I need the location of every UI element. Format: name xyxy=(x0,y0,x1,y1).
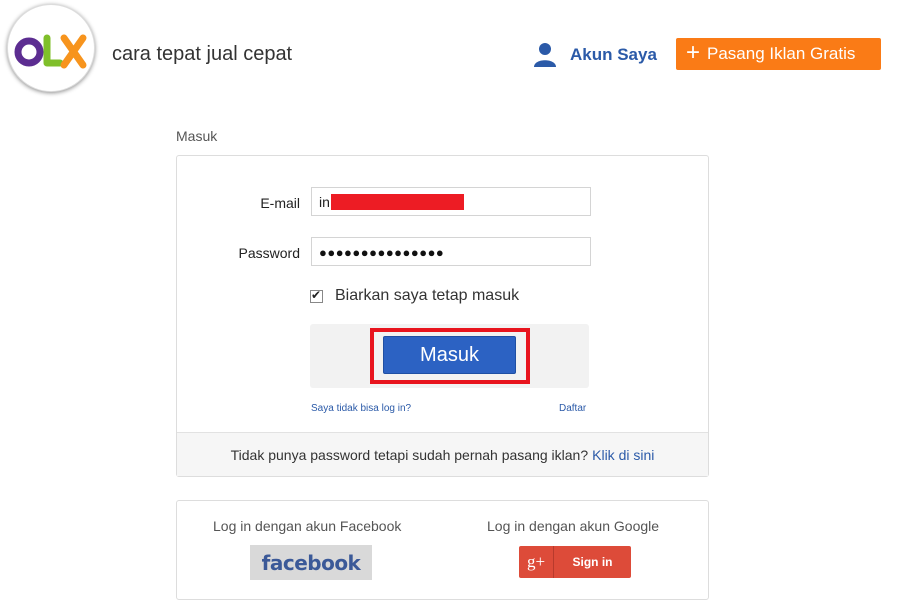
google-signin-label: Sign in xyxy=(572,555,613,569)
card-footer: Tidak punya password tetapi sudah pernah… xyxy=(177,432,708,476)
facebook-login-label: Log in dengan akun Facebook xyxy=(213,518,402,534)
facebook-login-button[interactable]: facebook xyxy=(250,545,372,580)
register-link[interactable]: Daftar xyxy=(559,403,586,414)
footer-note-text: Tidak punya password tetapi sudah pernah… xyxy=(230,446,589,463)
login-card: E-mail in Password ●●●●●●●●●●●●●●● Biark… xyxy=(176,155,709,477)
login-button[interactable]: Masuk xyxy=(383,336,516,374)
remember-me[interactable]: Biarkan saya tetap masuk xyxy=(310,287,519,305)
account-label: Akun Saya xyxy=(570,45,657,64)
social-login-card: Log in dengan akun Facebook facebook Log… xyxy=(176,500,709,600)
remember-checkbox[interactable] xyxy=(310,288,323,303)
redaction-bar xyxy=(330,194,464,210)
email-field[interactable]: in xyxy=(311,187,591,216)
email-value: in xyxy=(319,194,330,210)
plus-icon: + xyxy=(686,39,701,66)
click-here-link[interactable]: Klik di sini xyxy=(592,447,654,463)
password-field[interactable]: ●●●●●●●●●●●●●●● xyxy=(311,237,591,266)
account-link[interactable]: Akun Saya xyxy=(533,42,657,68)
user-icon xyxy=(534,43,556,67)
post-ad-button[interactable]: + Pasang Iklan Gratis xyxy=(676,38,881,70)
post-ad-label: Pasang Iklan Gratis xyxy=(707,44,856,63)
google-plus-icon: g+ xyxy=(519,546,554,578)
google-login-label: Log in dengan akun Google xyxy=(487,518,660,534)
remember-label: Biarkan saya tetap masuk xyxy=(335,287,520,304)
email-label: E-mail xyxy=(260,195,300,211)
facebook-logo-text: facebook xyxy=(261,550,361,575)
forgot-login-link[interactable]: Saya tidak bisa log in? xyxy=(311,403,411,414)
tagline: cara tepat jual cepat xyxy=(112,43,293,65)
password-value: ●●●●●●●●●●●●●●● xyxy=(319,245,445,260)
olx-logo[interactable] xyxy=(7,4,95,92)
password-label: Password xyxy=(238,245,300,261)
olx-logo-icon xyxy=(14,34,87,69)
google-signin-button[interactable]: g+ Sign in xyxy=(519,546,631,578)
section-title: Masuk xyxy=(176,128,218,144)
